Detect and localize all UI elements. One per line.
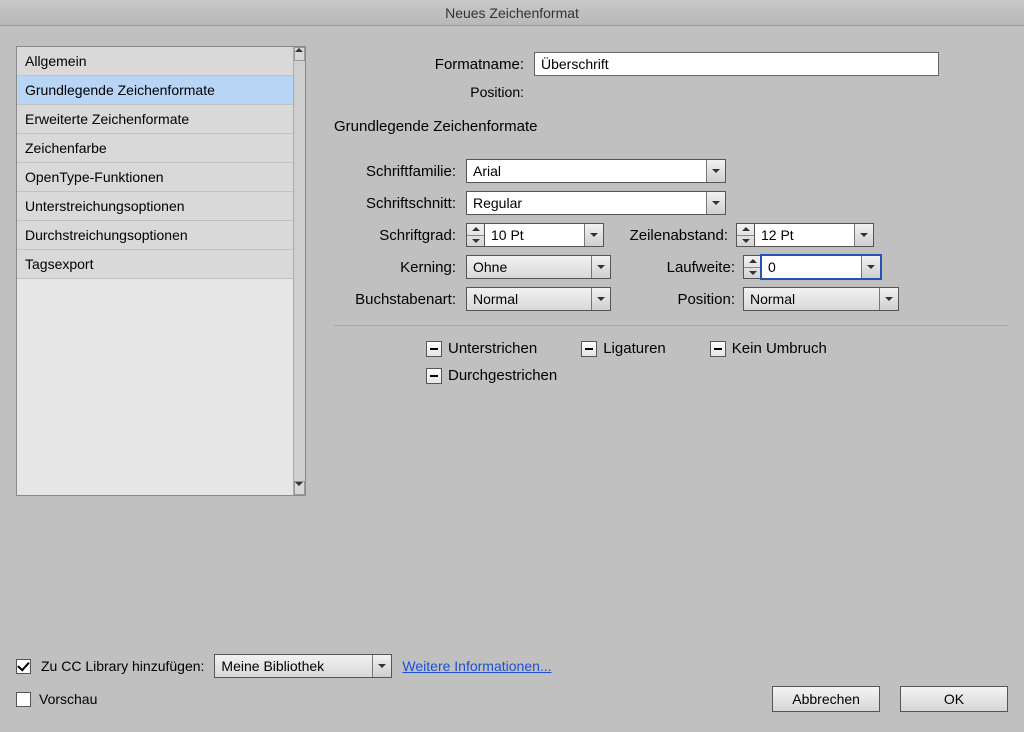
format-name-input[interactable] [534,52,939,76]
more-info-link[interactable]: Weitere Informationen... [402,658,551,674]
spinner-down-icon[interactable] [737,236,754,247]
strike-label: Durchgestrichen [448,367,557,384]
dropdown-arrow-icon [880,288,898,310]
size-spinner[interactable] [466,223,484,247]
sidebar-item-char-color[interactable]: Zeichenfarbe [17,134,293,163]
ok-button[interactable]: OK [900,686,1008,712]
case-value: Normal [467,288,592,310]
dropdown-arrow-icon [707,192,725,214]
cc-library-value: Meine Bibliothek [215,655,373,677]
nobreak-tristate[interactable]: Kein Umbruch [710,340,827,357]
leading-label: Zeilenabstand: [624,227,736,244]
sidebar-item-strikethrough[interactable]: Durchstreichungsoptionen [17,221,293,250]
spinner-up-icon[interactable] [737,224,754,236]
cc-library-label: Zu CC Library hinzufügen: [41,658,204,674]
position-value: Normal [744,288,880,310]
preview-checkbox[interactable] [16,692,31,707]
size-label: Schriftgrad: [334,227,466,244]
font-family-dropdown[interactable]: Arial [466,159,726,183]
ligatures-tristate[interactable]: Ligaturen [581,340,666,357]
scroll-up-btn[interactable] [294,47,305,61]
ligatures-label: Ligaturen [603,340,666,357]
nobreak-label: Kein Umbruch [732,340,827,357]
sidebar-item-tagsexport[interactable]: Tagsexport [17,250,293,279]
position-dropdown[interactable]: Normal [743,287,899,311]
leading-spinner[interactable] [736,223,754,247]
font-style-label: Schriftschnitt: [334,195,466,212]
sidebar-item-opentype[interactable]: OpenType-Funktionen [17,163,293,192]
tracking-dropdown[interactable]: 0 [761,255,881,279]
dropdown-arrow-icon [862,256,880,278]
case-label: Buchstabenart: [334,291,466,308]
divider [334,325,1008,326]
case-dropdown[interactable]: Normal [466,287,611,311]
format-name-label: Formatname: [334,56,534,73]
category-list: Allgemein Grundlegende Zeichenformate Er… [16,46,306,496]
sidebar-scrollbar[interactable] [293,47,305,495]
dialog-title: Neues Zeichenformat [0,0,1024,26]
leading-dropdown[interactable]: 12 Pt [754,223,874,247]
leading-value: 12 Pt [755,224,855,246]
dropdown-arrow-icon [592,256,610,278]
spinner-down-icon[interactable] [744,268,761,279]
spinner-up-icon[interactable] [744,256,761,268]
spinner-down-icon[interactable] [467,236,484,247]
font-style-value: Regular [467,192,707,214]
dropdown-arrow-icon [373,655,391,677]
sidebar-item-advanced-char[interactable]: Erweiterte Zeichenformate [17,105,293,134]
spinner-up-icon[interactable] [467,224,484,236]
scroll-down-btn[interactable] [294,481,305,495]
font-family-label: Schriftfamilie: [334,163,466,180]
size-value: 10 Pt [485,224,585,246]
dropdown-arrow-icon [592,288,610,310]
font-family-value: Arial [467,160,707,182]
preview-label: Vorschau [39,691,97,707]
font-style-dropdown[interactable]: Regular [466,191,726,215]
sidebar-item-general[interactable]: Allgemein [17,47,293,76]
underline-tristate[interactable]: Unterstrichen [426,340,537,357]
sidebar-item-underline[interactable]: Unterstreichungsoptionen [17,192,293,221]
tristate-icon [710,341,726,357]
cc-library-checkbox[interactable] [16,659,31,674]
position2-label: Position: [631,291,743,308]
kerning-label: Kerning: [334,259,466,276]
tracking-spinner[interactable] [743,255,761,279]
dropdown-arrow-icon [855,224,873,246]
size-dropdown[interactable]: 10 Pt [484,223,604,247]
tracking-label: Laufweite: [631,259,743,276]
tristate-icon [426,368,442,384]
sidebar-item-basic-char[interactable]: Grundlegende Zeichenformate [17,76,293,105]
underline-label: Unterstrichen [448,340,537,357]
strike-tristate[interactable]: Durchgestrichen [426,367,557,384]
kerning-value: Ohne [467,256,592,278]
tracking-value: 0 [762,256,862,278]
tristate-icon [426,341,442,357]
cancel-button[interactable]: Abbrechen [772,686,880,712]
section-title: Grundlegende Zeichenformate [334,118,1008,141]
dropdown-arrow-icon [707,160,725,182]
kerning-dropdown[interactable]: Ohne [466,255,611,279]
tristate-icon [581,341,597,357]
dropdown-arrow-icon [585,224,603,246]
cc-library-dropdown[interactable]: Meine Bibliothek [214,654,392,678]
position-label: Position: [334,84,534,100]
